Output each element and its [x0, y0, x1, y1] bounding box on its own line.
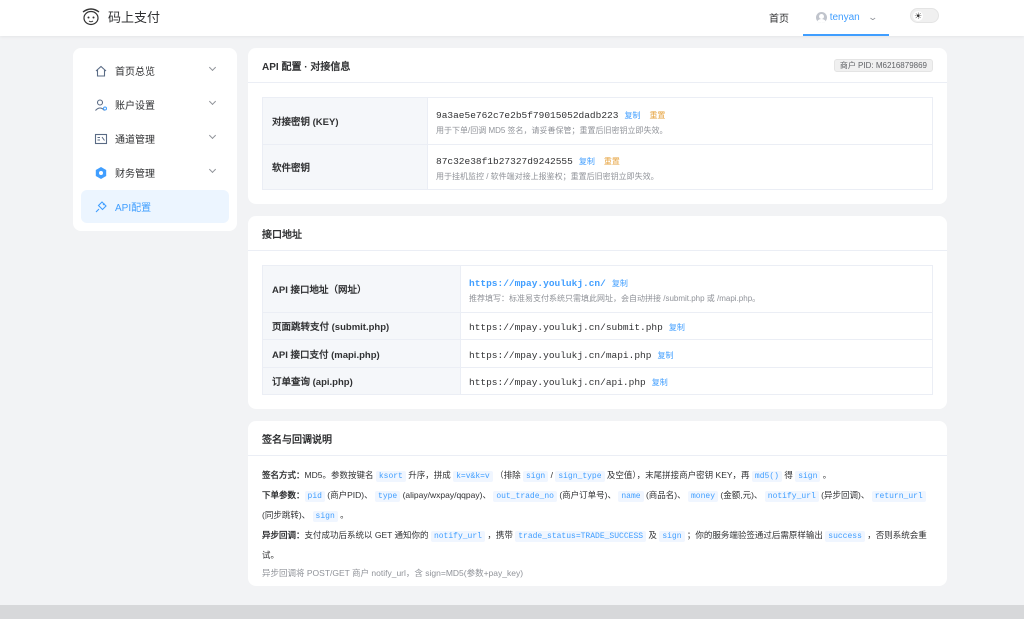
theme-toggle[interactable]: ☀ [910, 8, 939, 23]
row-hint: 用于挂机监控 / 软件端对接上报鉴权；重置后旧密钥立即失效。 [436, 171, 659, 181]
footer-bar [0, 605, 1024, 619]
copy-button[interactable]: 复制 [657, 351, 673, 360]
chevron-down-icon: ⌄ [867, 11, 878, 22]
reset-button[interactable]: 重置 [604, 157, 620, 166]
api-key-value[interactable]: 9a3ae5e762c7e2b5f79015052dadb223 [436, 110, 618, 121]
sun-icon: ☀ [913, 11, 923, 21]
mascot-logo-icon [82, 8, 100, 26]
mapi-url[interactable]: https://mpay.youlukj.cn/mapi.php [469, 350, 651, 361]
brand[interactable]: 码上支付 [80, 6, 160, 26]
nav-home-link[interactable]: 首页 [769, 10, 789, 25]
sidebar-item-api[interactable]: API配置 [81, 190, 229, 223]
async-callback-line: 异步回调：支付成功后系统以 GET 通知你的 notify_url ，携带 tr… [262, 530, 927, 560]
row-label: 页面跳转支付 (submit.php) [262, 312, 461, 340]
row-label: API 接口地址（网址） [262, 265, 461, 313]
api-base-url[interactable]: https://mpay.youlukj.cn/ [469, 278, 606, 289]
row-hint: 推荐填写：标准易支付系统只需填此网址，会自动拼接 /submit.php 或 /… [469, 293, 761, 303]
top-bar: 码上支付 首页 tenyan ⌄ ☀ [0, 0, 1024, 36]
copy-button[interactable]: 复制 [624, 111, 640, 120]
user-menu[interactable]: tenyan ⌄ [803, 0, 889, 36]
endpoints-card: 接口地址 API 接口地址（网址） https://mpay.youlukj.c… [248, 216, 947, 409]
card-title: API 配置 · 对接信息 [262, 61, 351, 73]
query-url[interactable]: https://mpay.youlukj.cn/api.php [469, 377, 646, 388]
home-icon [95, 65, 107, 77]
sidebar: 首页总览 账户设置 通道管理 财务管理 API配置 [73, 48, 237, 231]
order-params-line: 下单参数： pid (商户PID)、 type (alipay/wxpay/qqp… [262, 486, 938, 526]
copy-button[interactable]: 复制 [579, 157, 595, 166]
endpoints-table: API 接口地址（网址） https://mpay.youlukj.cn/复制 … [262, 265, 933, 395]
user-avatar-icon [815, 11, 827, 23]
brand-name: 码上支付 [108, 9, 161, 25]
callback-note: 异步回调将 POST/GET 商户 notify_url，含 sign=MD5(… [262, 568, 524, 578]
copy-button[interactable]: 复制 [612, 279, 628, 288]
api-key-table: 对接密钥 (KEY) 9a3ae5e762c7e2b5f79015052dadb… [262, 97, 933, 190]
sidebar-item-label: API配置 [115, 203, 152, 214]
api-icon [95, 200, 107, 212]
sidebar-item-home[interactable]: 首页总览 [81, 54, 229, 87]
sidebar-item-label: 财务管理 [115, 169, 155, 180]
table-row: 页面跳转支付 (submit.php) https://mpay.youlukj… [262, 312, 933, 340]
row-hint: 用于下单/回调 MD5 签名，请妥善保管；重置后旧密钥立即失效。 [436, 125, 668, 135]
chevron-down-icon [208, 63, 217, 72]
row-label: 对接密钥 (KEY) [262, 97, 428, 145]
table-row: API 接口支付 (mapi.php) https://mpay.youlukj… [262, 339, 933, 368]
finance-icon [95, 166, 107, 179]
sign-card: 签名与回调说明 签名方式：MD5。参数按键名 ksort 升序，拼成 k=v&k… [248, 421, 947, 586]
sidebar-item-finance[interactable]: 财务管理 [81, 156, 229, 189]
chevron-down-icon [208, 131, 217, 140]
chevron-down-icon [208, 97, 217, 106]
software-key-value[interactable]: 87c32e38f1b27327d9242555 [436, 156, 573, 167]
api-config-card: API 配置 · 对接信息 商户 PID: M6216879869 对接密钥 (… [248, 48, 947, 204]
sign-description: 签名方式：MD5。参数按键名 ksort 升序，拼成 k=v&k=v （排除 s… [262, 466, 938, 582]
sidebar-item-label: 通道管理 [115, 135, 155, 146]
channel-icon [94, 133, 108, 144]
chevron-down-icon [208, 165, 217, 174]
copy-button[interactable]: 复制 [652, 378, 668, 387]
submit-url[interactable]: https://mpay.youlukj.cn/submit.php [469, 322, 663, 333]
table-row: 对接密钥 (KEY) 9a3ae5e762c7e2b5f79015052dadb… [262, 97, 933, 145]
sidebar-item-label: 账户设置 [115, 101, 155, 112]
reset-button[interactable]: 重置 [649, 111, 665, 120]
table-row: API 接口地址（网址） https://mpay.youlukj.cn/复制 … [262, 265, 933, 313]
card-title: 签名与回调说明 [262, 434, 332, 446]
username: tenyan [829, 11, 860, 23]
row-label: 订单查询 (api.php) [262, 367, 461, 395]
copy-button[interactable]: 复制 [669, 323, 685, 332]
row-label: API 接口支付 (mapi.php) [262, 339, 461, 368]
sidebar-item-account[interactable]: 账户设置 [81, 88, 229, 121]
sidebar-item-label: 首页总览 [115, 67, 155, 78]
row-label: 软件密钥 [262, 144, 428, 190]
card-title: 接口地址 [262, 229, 302, 241]
user-icon [95, 98, 107, 111]
table-row: 软件密钥 87c32e38f1b27327d9242555 复制 重置 用于挂机监控… [262, 144, 933, 190]
table-row: 订单查询 (api.php) https://mpay.youlukj.cn/a… [262, 367, 933, 395]
pid-badge: 商户 PID: M6216879869 [833, 59, 933, 72]
sign-method-line: 签名方式：MD5。参数按键名 ksort 升序，拼成 k=v&k=v （排除 s… [262, 470, 832, 482]
sidebar-item-channel[interactable]: 通道管理 [81, 122, 229, 155]
